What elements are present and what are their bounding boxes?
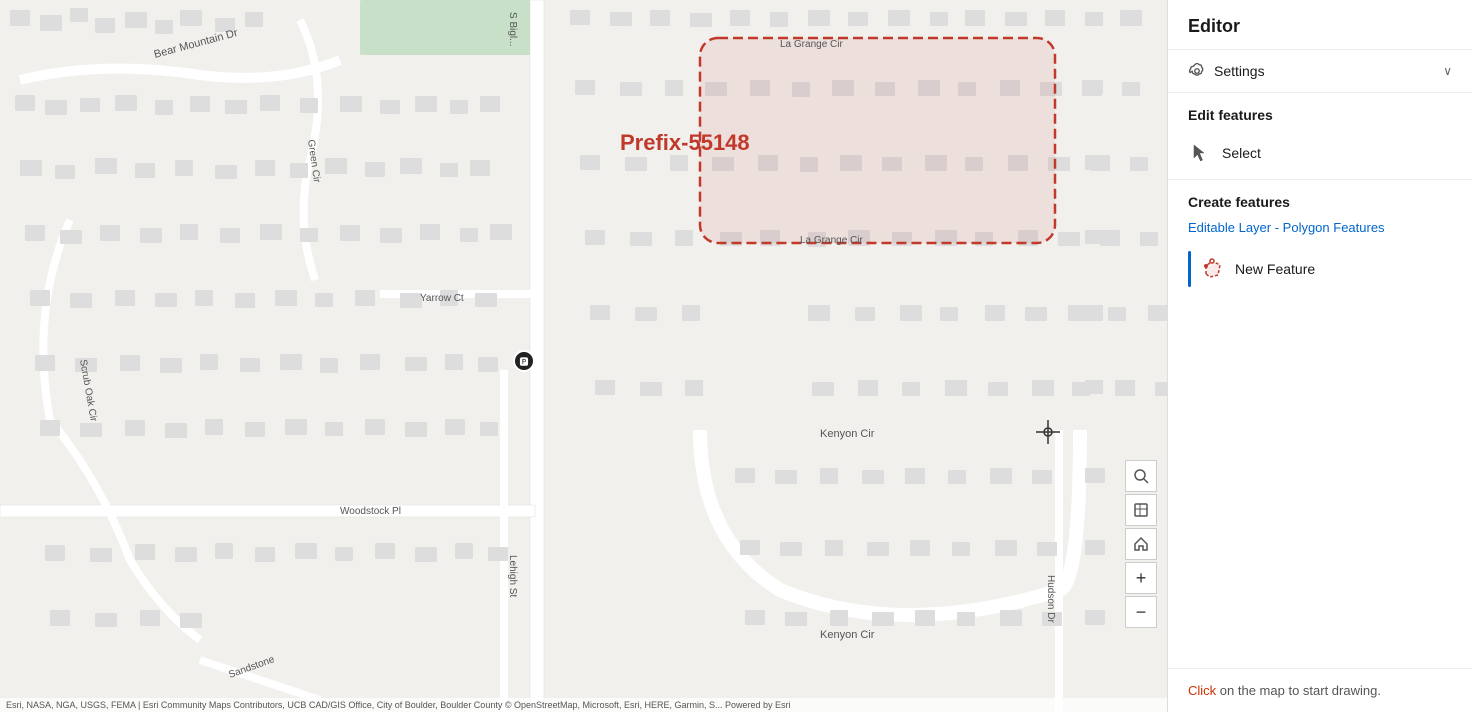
svg-text:Hudson Dr: Hudson Dr	[1045, 575, 1056, 623]
create-features-title: Create features	[1168, 180, 1472, 220]
new-feature-label: New Feature	[1235, 261, 1315, 277]
settings-left: Settings	[1188, 62, 1265, 80]
settings-row[interactable]: Settings ∨	[1168, 50, 1472, 93]
svg-text:🅿: 🅿	[519, 357, 528, 367]
svg-text:Lehigh St: Lehigh St	[507, 555, 518, 597]
svg-text:Kenyon Cir: Kenyon Cir	[820, 428, 875, 440]
svg-text:Kenyon Cir: Kenyon Cir	[820, 629, 875, 641]
edit-features-section: Edit features Select	[1168, 93, 1472, 179]
zoom-in-button[interactable]: +	[1125, 562, 1157, 594]
settings-label: Settings	[1214, 63, 1265, 79]
sidebar: Editor Settings ∨ Edit features Select	[1167, 0, 1472, 712]
select-tool[interactable]: Select	[1168, 133, 1472, 179]
editor-title: Editor	[1188, 16, 1240, 36]
layer-label: Editable Layer - Polygon Features	[1168, 220, 1472, 245]
select-label: Select	[1222, 145, 1261, 161]
footer-text-rest: on the map to start drawing.	[1220, 683, 1381, 698]
layers-tool-button[interactable]	[1125, 494, 1157, 526]
map-container[interactable]: Bear Mountain Dr Green Cir Scrub Oak Cir…	[0, 0, 1167, 712]
sidebar-footer: Click on the map to start drawing.	[1168, 668, 1472, 712]
blue-accent-bar	[1188, 251, 1191, 287]
map-tools: + −	[1125, 460, 1157, 628]
svg-text:La Grange Cir: La Grange Cir	[800, 235, 863, 246]
sidebar-header: Editor	[1168, 0, 1472, 50]
click-word: Click	[1188, 683, 1216, 698]
select-cursor-icon	[1188, 141, 1212, 165]
svg-text:S Bigl...: S Bigl...	[507, 12, 518, 46]
map-attribution: Esri, NASA, NGA, USGS, FEMA | Esri Commu…	[0, 698, 1167, 712]
settings-chevron-icon: ∨	[1443, 64, 1452, 78]
svg-text:La Grange Cir: La Grange Cir	[780, 39, 843, 50]
create-features-section: Create features Editable Layer - Polygon…	[1168, 180, 1472, 293]
home-tool-button[interactable]	[1125, 528, 1157, 560]
new-feature-row[interactable]: New Feature	[1168, 245, 1472, 293]
footer-text: Click on the map to start drawing.	[1188, 683, 1452, 698]
edit-features-title: Edit features	[1168, 93, 1472, 133]
map-svg: Bear Mountain Dr Green Cir Scrub Oak Cir…	[0, 0, 1167, 712]
search-tool-button[interactable]	[1125, 460, 1157, 492]
svg-text:Woodstock Pl: Woodstock Pl	[340, 506, 401, 517]
svg-text:Yarrow Ct: Yarrow Ct	[420, 293, 464, 304]
gear-icon	[1188, 62, 1206, 80]
zoom-out-button[interactable]: −	[1125, 596, 1157, 628]
polygon-draw-icon	[1201, 257, 1225, 281]
